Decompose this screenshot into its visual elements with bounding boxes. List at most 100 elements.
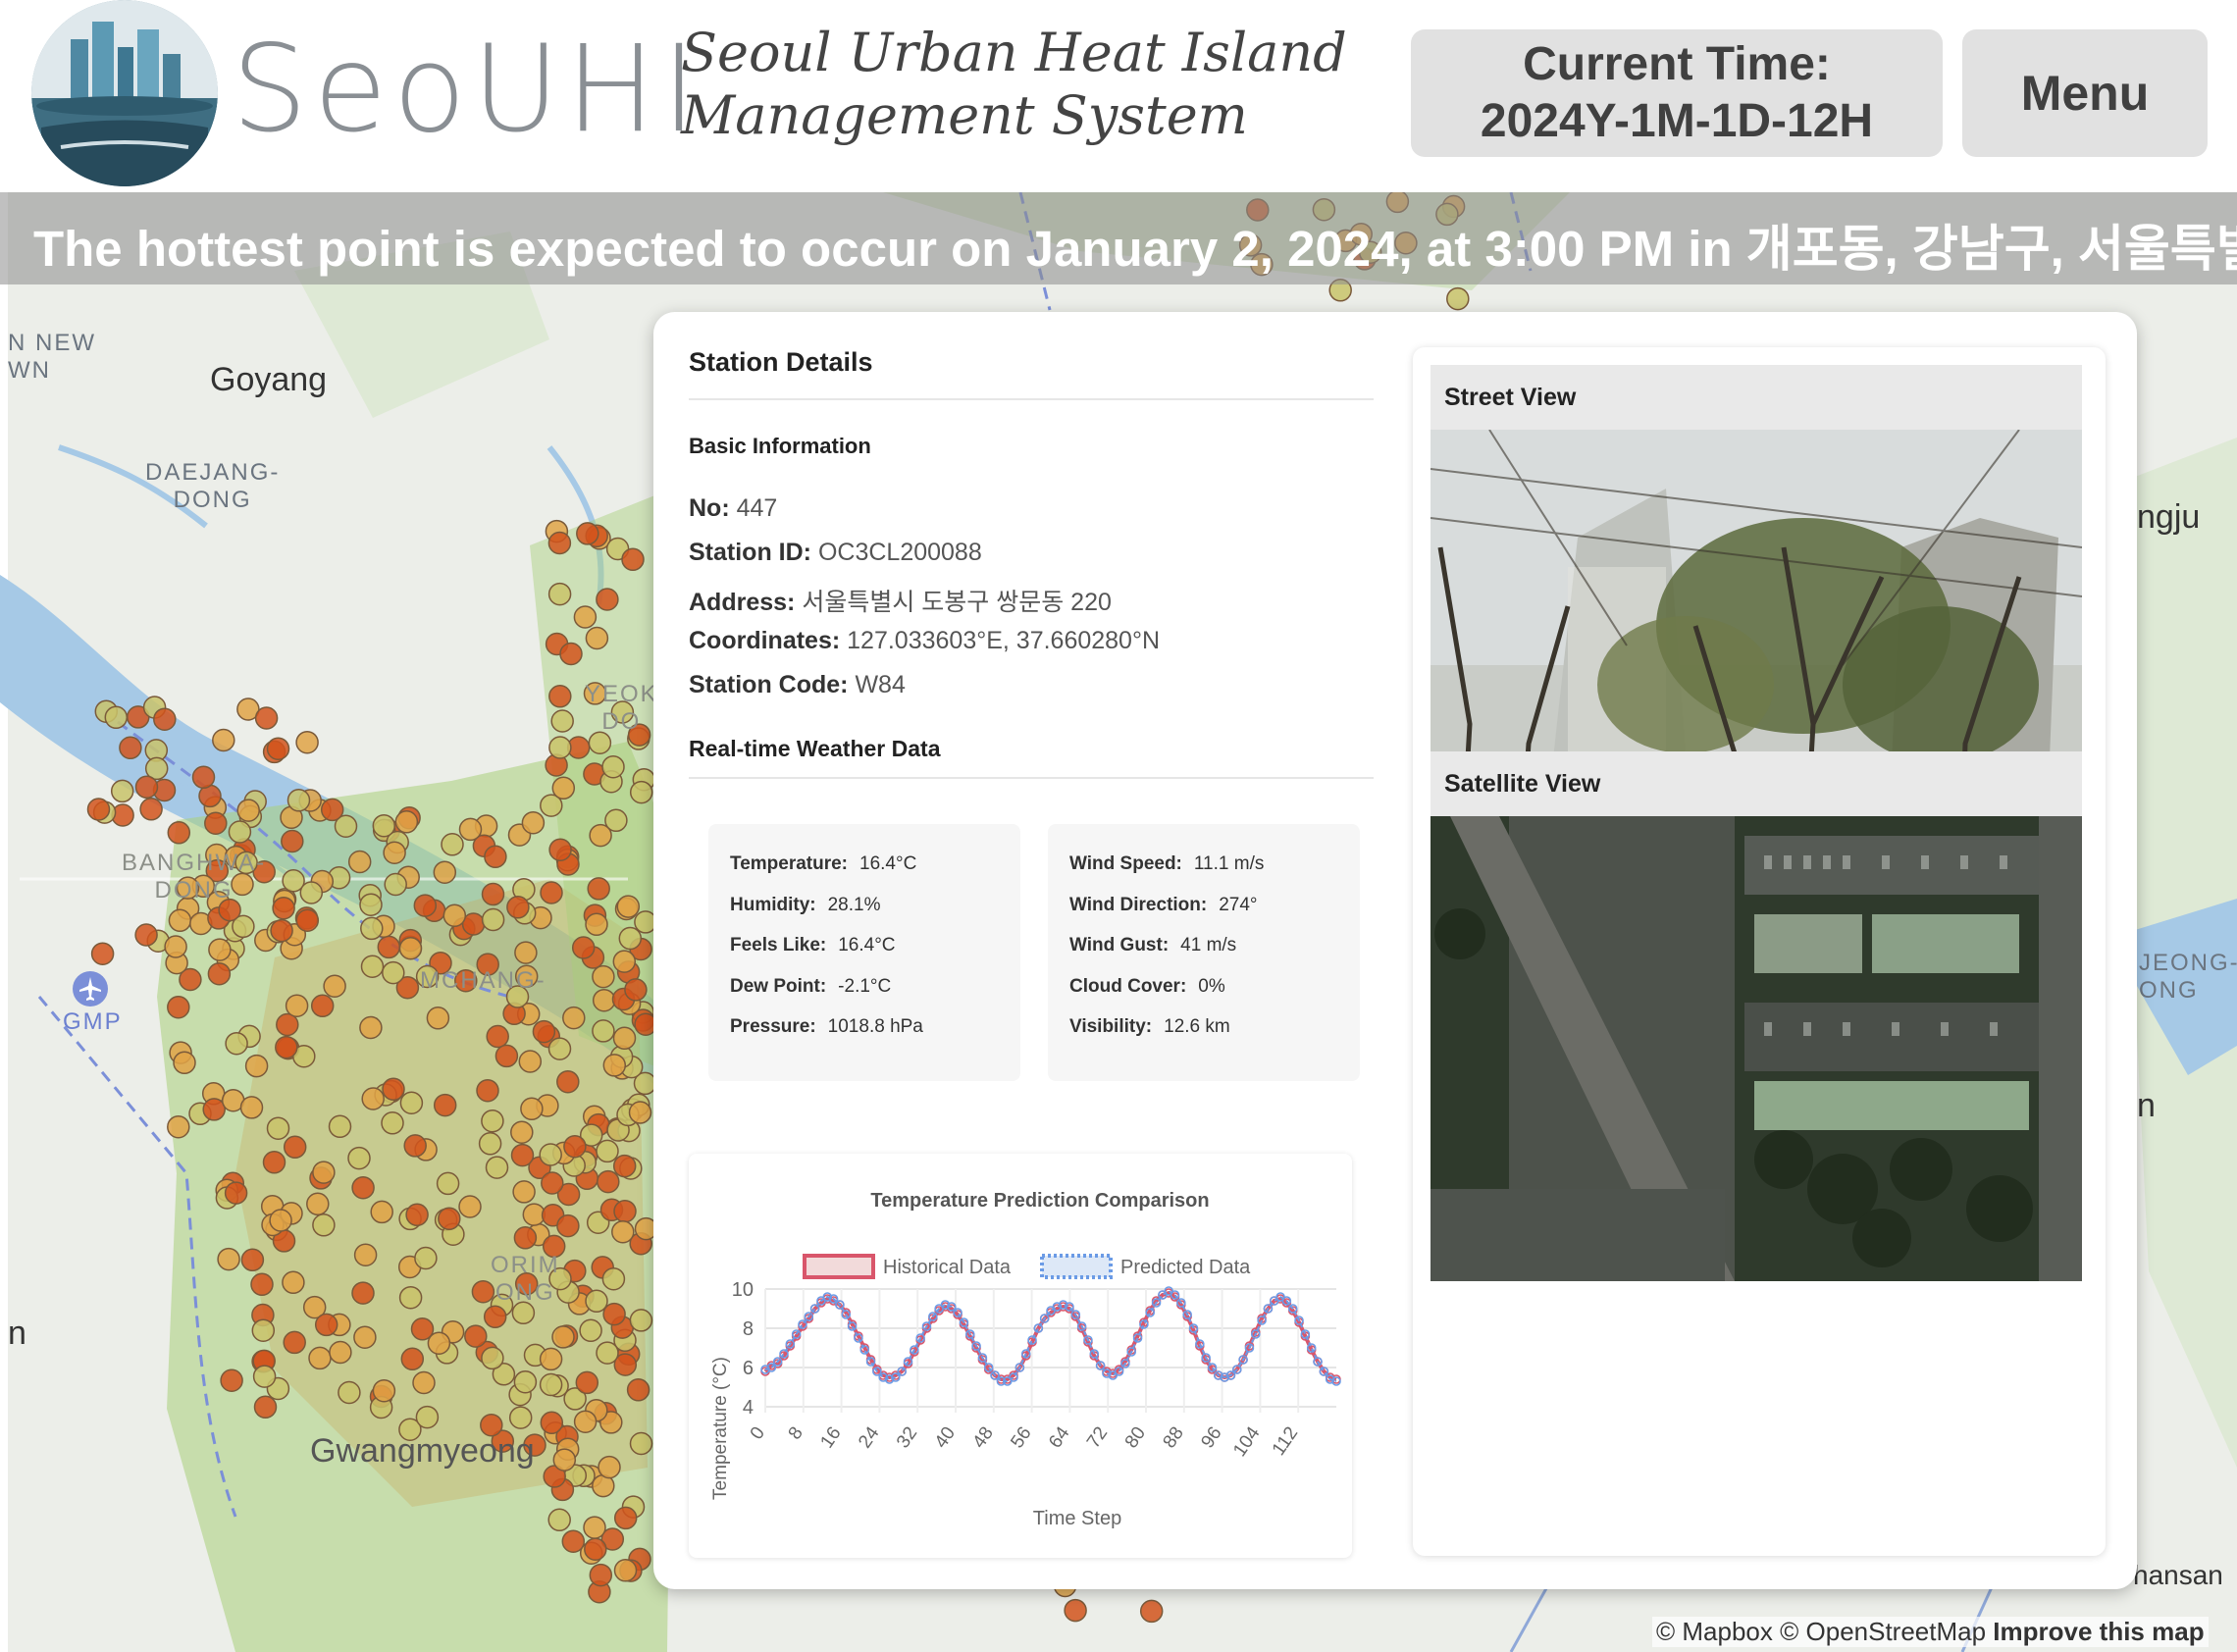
- station-marker[interactable]: [360, 916, 384, 941]
- station-marker[interactable]: [308, 1346, 332, 1370]
- station-marker[interactable]: [547, 1037, 572, 1060]
- station-marker[interactable]: [585, 626, 609, 650]
- station-marker[interactable]: [541, 1171, 564, 1195]
- station-marker[interactable]: [426, 1007, 450, 1030]
- station-marker[interactable]: [398, 936, 423, 960]
- station-marker[interactable]: [559, 642, 583, 666]
- station-marker[interactable]: [592, 988, 616, 1012]
- station-marker[interactable]: [173, 1051, 196, 1075]
- station-marker[interactable]: [252, 1365, 277, 1388]
- station-marker[interactable]: [597, 1169, 620, 1194]
- station-marker[interactable]: [269, 1209, 292, 1232]
- station-marker[interactable]: [299, 881, 324, 904]
- menu-button[interactable]: Menu: [1962, 29, 2208, 157]
- station-marker[interactable]: [512, 1180, 536, 1204]
- station-marker[interactable]: [436, 1171, 460, 1196]
- station-marker[interactable]: [596, 1139, 619, 1163]
- legend-predicted-swatch[interactable]: [1040, 1254, 1113, 1279]
- station-marker[interactable]: [483, 1305, 507, 1329]
- station-marker[interactable]: [613, 1559, 638, 1582]
- station-marker[interactable]: [207, 961, 232, 986]
- station-marker[interactable]: [433, 860, 457, 884]
- station-marker[interactable]: [272, 896, 295, 920]
- station-marker[interactable]: [134, 775, 159, 800]
- station-marker[interactable]: [476, 1078, 499, 1103]
- station-marker[interactable]: [510, 1120, 534, 1144]
- satellite-view-image[interactable]: [1431, 816, 2082, 1281]
- station-marker[interactable]: [592, 964, 615, 989]
- station-marker[interactable]: [394, 810, 419, 834]
- station-marker[interactable]: [583, 1516, 606, 1539]
- station-marker[interactable]: [285, 994, 309, 1017]
- station-marker[interactable]: [351, 1281, 375, 1305]
- legend-historical-swatch[interactable]: [803, 1254, 875, 1279]
- station-marker[interactable]: [240, 1248, 265, 1272]
- station-marker[interactable]: [381, 1111, 404, 1135]
- station-marker[interactable]: [539, 1347, 563, 1371]
- station-marker[interactable]: [494, 1044, 519, 1068]
- station-marker[interactable]: [596, 588, 619, 611]
- station-marker[interactable]: [202, 1098, 226, 1121]
- station-marker[interactable]: [312, 1161, 336, 1184]
- station-marker[interactable]: [167, 1114, 190, 1139]
- station-marker[interactable]: [228, 820, 252, 844]
- station-marker[interactable]: [571, 936, 596, 959]
- station-marker[interactable]: [585, 912, 608, 937]
- station-marker[interactable]: [629, 1309, 653, 1332]
- station-marker[interactable]: [486, 1024, 509, 1049]
- station-marker[interactable]: [612, 1154, 637, 1178]
- station-marker[interactable]: [550, 709, 574, 733]
- station-marker[interactable]: [624, 978, 648, 1002]
- station-marker[interactable]: [427, 1331, 451, 1355]
- station-marker[interactable]: [275, 1035, 298, 1059]
- station-marker[interactable]: [382, 960, 405, 985]
- station-marker[interactable]: [629, 1431, 653, 1456]
- station-marker[interactable]: [244, 1054, 269, 1078]
- station-marker[interactable]: [484, 845, 507, 869]
- station-marker[interactable]: [602, 1302, 626, 1326]
- station-marker[interactable]: [618, 926, 643, 951]
- station-marker[interactable]: [481, 882, 505, 906]
- station-marker[interactable]: [561, 1529, 586, 1553]
- legend-predicted-label[interactable]: Predicted Data: [1120, 1257, 1251, 1278]
- station-marker[interactable]: [191, 765, 216, 790]
- station-marker[interactable]: [310, 994, 335, 1018]
- station-marker[interactable]: [384, 872, 407, 897]
- station-marker[interactable]: [361, 1087, 385, 1110]
- station-marker[interactable]: [604, 808, 628, 833]
- station-marker[interactable]: [270, 918, 293, 943]
- station-marker[interactable]: [510, 1143, 535, 1167]
- station-marker[interactable]: [587, 877, 610, 901]
- station-marker[interactable]: [224, 1181, 248, 1205]
- station-marker[interactable]: [518, 1050, 543, 1073]
- station-marker[interactable]: [372, 1378, 396, 1403]
- station-marker[interactable]: [506, 896, 530, 919]
- station-marker[interactable]: [602, 1054, 627, 1077]
- station-marker[interactable]: [562, 1006, 586, 1030]
- station-marker[interactable]: [167, 821, 191, 845]
- station-marker[interactable]: [250, 1272, 274, 1297]
- station-marker[interactable]: [217, 1247, 240, 1271]
- station-marker[interactable]: [539, 1372, 563, 1397]
- station-marker[interactable]: [513, 1226, 538, 1250]
- station-marker[interactable]: [547, 531, 572, 555]
- station-marker[interactable]: [403, 1134, 427, 1158]
- station-marker[interactable]: [286, 789, 311, 812]
- station-marker[interactable]: [372, 813, 396, 838]
- station-marker[interactable]: [629, 780, 653, 804]
- station-marker[interactable]: [119, 736, 142, 760]
- station-marker[interactable]: [520, 1097, 544, 1121]
- station-marker[interactable]: [514, 941, 538, 964]
- station-marker[interactable]: [548, 838, 572, 861]
- station-marker[interactable]: [204, 811, 228, 835]
- station-marker[interactable]: [370, 1200, 393, 1224]
- station-marker[interactable]: [552, 1448, 577, 1471]
- station-marker[interactable]: [598, 1455, 621, 1479]
- station-marker[interactable]: [438, 1207, 461, 1231]
- station-marker[interactable]: [320, 798, 344, 822]
- station-marker[interactable]: [611, 1219, 635, 1244]
- station-marker[interactable]: [405, 1203, 429, 1227]
- station-marker[interactable]: [547, 1508, 571, 1532]
- station-marker[interactable]: [306, 1192, 330, 1216]
- station-marker[interactable]: [139, 798, 163, 821]
